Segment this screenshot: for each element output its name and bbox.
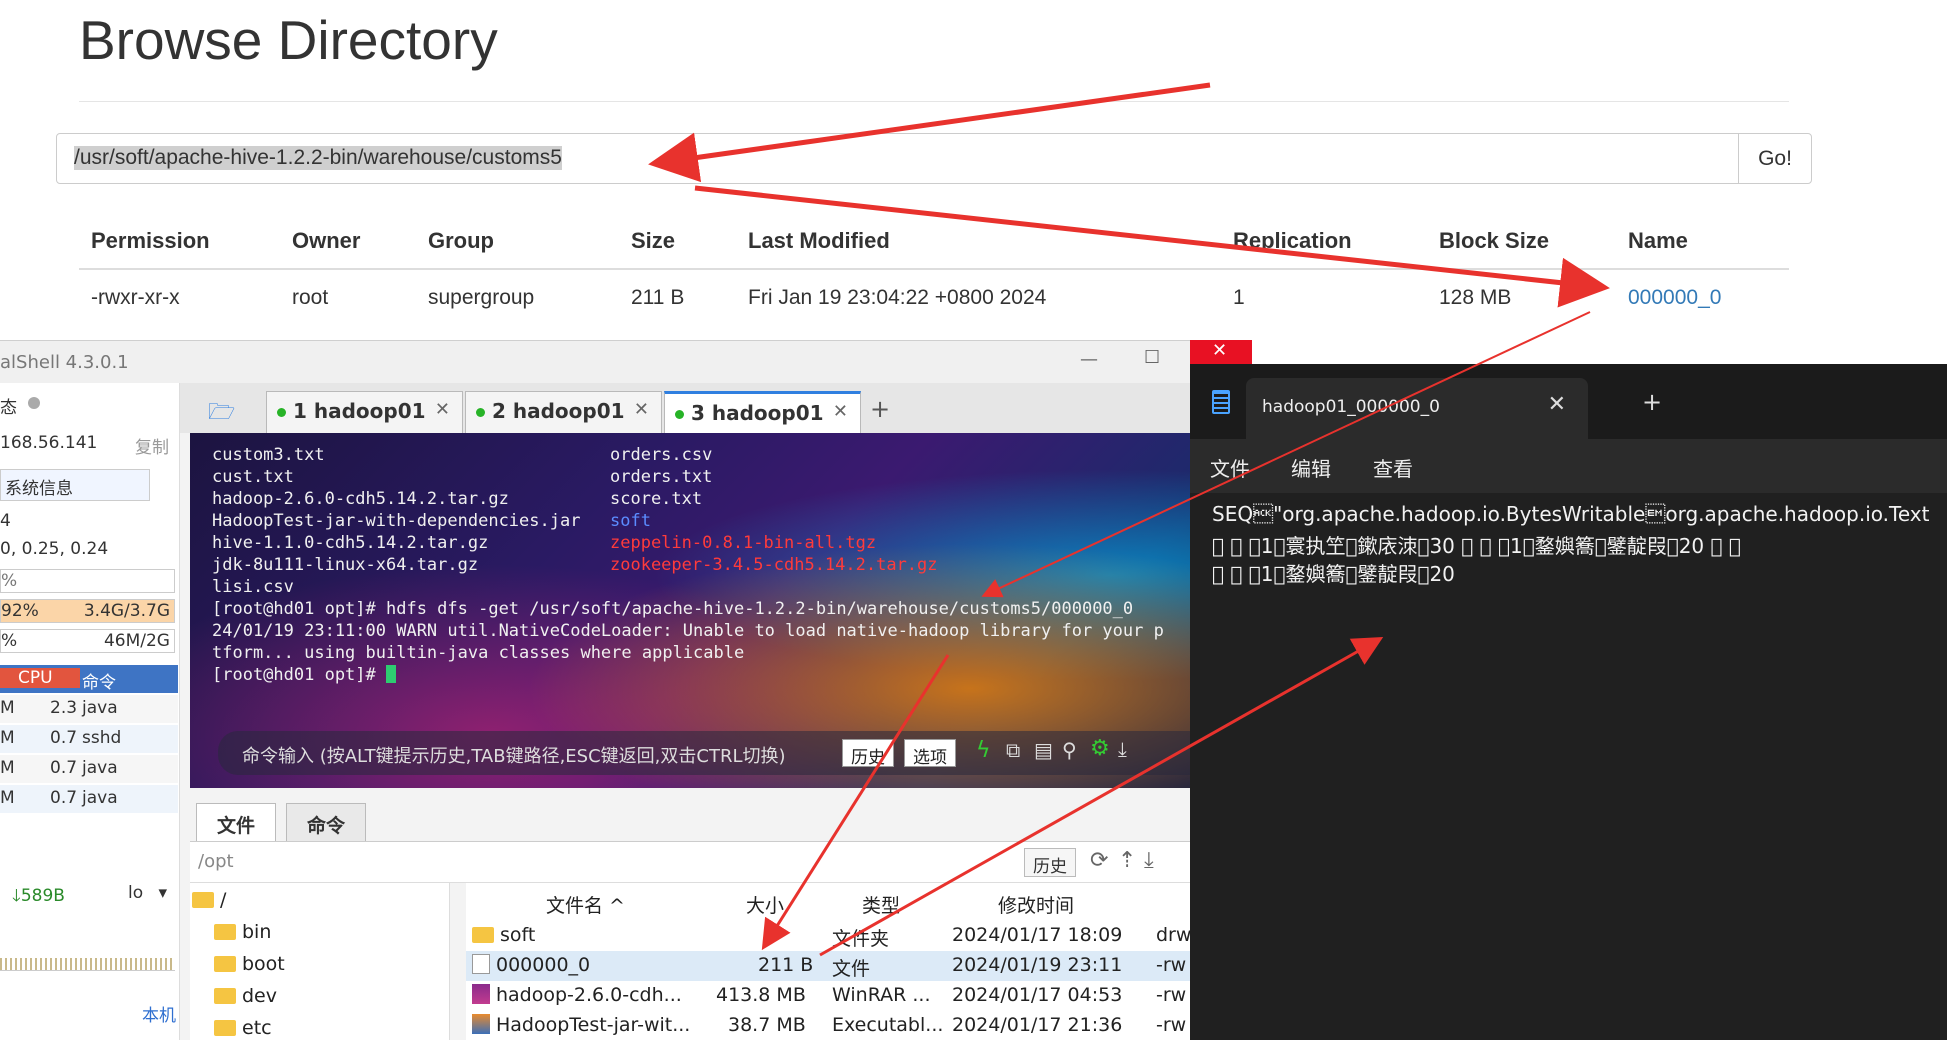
arrow-to-filename bbox=[694, 185, 1610, 308]
arrow-to-path bbox=[648, 82, 1211, 183]
arrow-to-notepad bbox=[819, 637, 1384, 957]
arrow-to-terminal bbox=[981, 311, 1591, 598]
arrow-to-file-row bbox=[761, 654, 950, 951]
annotation-arrows bbox=[648, 82, 1610, 957]
